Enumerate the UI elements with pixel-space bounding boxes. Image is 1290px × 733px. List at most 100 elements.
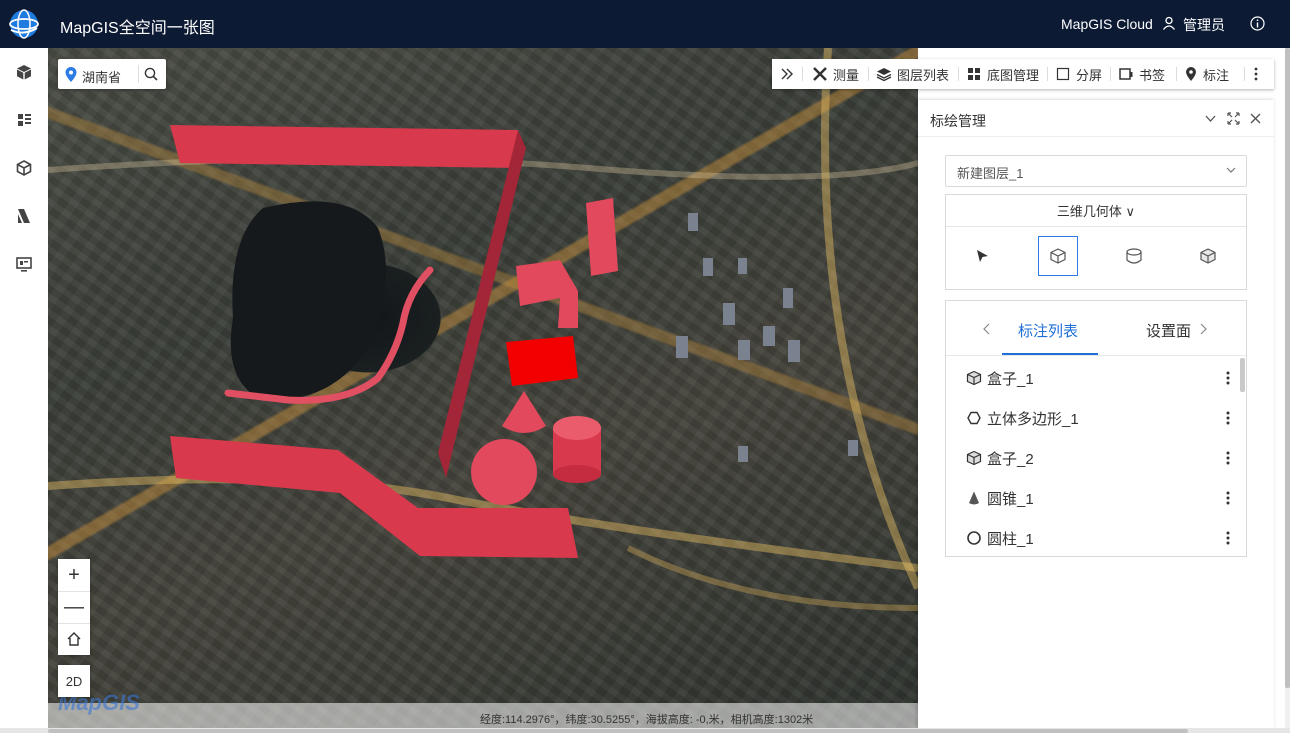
list-scrollbar[interactable] bbox=[1240, 358, 1245, 392]
tab-divider bbox=[946, 355, 1246, 356]
zoom-out-button[interactable]: — bbox=[58, 591, 90, 623]
search-divider bbox=[138, 65, 139, 83]
layer-list-button[interactable]: 图层列表 bbox=[876, 59, 949, 89]
toolbar-divider bbox=[802, 67, 803, 81]
panel-divider bbox=[918, 136, 1274, 137]
tab-next-icon[interactable] bbox=[1198, 323, 1208, 335]
grid-icon bbox=[968, 68, 980, 80]
cylinder-icon bbox=[1126, 248, 1142, 264]
measure-label: 测量 bbox=[833, 67, 860, 83]
geometry-type-dropdown[interactable]: 三维几何体 ∨ bbox=[946, 195, 1246, 227]
more-tools-button[interactable] bbox=[1254, 59, 1263, 89]
close-icon[interactable] bbox=[1249, 112, 1262, 125]
tab-settings[interactable]: 设置面 bbox=[1146, 320, 1191, 341]
page-vertical-scrollbar[interactable] bbox=[1285, 48, 1290, 688]
box3d-icon[interactable] bbox=[12, 156, 36, 180]
collapse-chevron-icon[interactable] bbox=[1204, 112, 1217, 125]
globe-logo-icon bbox=[9, 9, 39, 39]
user-name[interactable]: 管理员 bbox=[1183, 15, 1225, 35]
split-screen-button[interactable]: 分屏 bbox=[1055, 59, 1102, 89]
annotation-list-box: 标注列表 设置面 盒子_1 立体多边形_1 盒子_2 圆锥_1 圆柱_1 bbox=[945, 300, 1247, 557]
more-vertical-icon[interactable] bbox=[1226, 371, 1230, 385]
user-icon[interactable] bbox=[1162, 16, 1176, 30]
location-search[interactable]: 湖南省 bbox=[58, 59, 166, 89]
list-item-label: 盒子_2 bbox=[987, 451, 1034, 468]
location-pin-icon bbox=[65, 67, 77, 82]
list-item-label: 圆柱_1 bbox=[987, 531, 1034, 548]
layer-select[interactable]: 新建图层_1 bbox=[945, 155, 1247, 187]
more-vertical-icon[interactable] bbox=[1226, 411, 1230, 425]
more-vertical-icon bbox=[1254, 67, 1258, 81]
search-icon[interactable] bbox=[144, 67, 158, 81]
list-item[interactable]: 盒子_1 bbox=[946, 358, 1238, 398]
tab-annotation-list[interactable]: 标注列表 bbox=[1018, 320, 1078, 341]
cursor-icon bbox=[977, 250, 988, 262]
annotate-button[interactable]: 标注 bbox=[1184, 59, 1229, 89]
list-item-label: 圆锥_1 bbox=[987, 491, 1034, 508]
select-tool-button[interactable] bbox=[962, 236, 1002, 276]
polyhedron-icon bbox=[1200, 248, 1216, 264]
list-item-label: 立体多边形_1 bbox=[987, 411, 1079, 428]
tab-prev-icon[interactable] bbox=[982, 323, 992, 335]
toolbar-divider bbox=[958, 67, 959, 81]
toggle-2d-button[interactable]: 2D bbox=[58, 665, 90, 697]
more-vertical-icon[interactable] bbox=[1226, 531, 1230, 545]
polyhedron-tool-button[interactable] bbox=[1188, 236, 1228, 276]
box-icon bbox=[1050, 248, 1066, 264]
home-button[interactable] bbox=[58, 623, 90, 655]
ruler-icon bbox=[813, 67, 827, 81]
info-icon[interactable] bbox=[1250, 16, 1265, 31]
double-chevron-icon bbox=[781, 68, 793, 80]
pin-icon bbox=[1186, 67, 1196, 81]
page-horizontal-scrollbar[interactable] bbox=[48, 729, 1188, 733]
panel-title: 标绘管理 bbox=[930, 113, 986, 129]
map-3d-view[interactable] bbox=[48, 48, 918, 728]
cloud-link[interactable]: MapGIS Cloud bbox=[1061, 16, 1153, 32]
box-icon bbox=[966, 370, 982, 386]
list-item-label: 盒子_1 bbox=[987, 371, 1034, 388]
measure-button[interactable]: 测量 bbox=[812, 59, 859, 89]
toolbar-divider bbox=[1110, 67, 1111, 81]
list-item[interactable]: 立体多边形_1 bbox=[946, 398, 1238, 438]
list-item[interactable]: 圆锥_1 bbox=[946, 478, 1238, 518]
annotate-label: 标注 bbox=[1203, 67, 1230, 83]
list-item[interactable]: 盒子_2 bbox=[946, 438, 1238, 478]
bookmark-label: 书签 bbox=[1139, 67, 1166, 83]
toolbar-divider bbox=[1176, 67, 1177, 81]
toolbar-divider bbox=[1047, 67, 1048, 81]
layers-panel-icon[interactable] bbox=[12, 108, 36, 132]
split-icon bbox=[1056, 67, 1070, 81]
split-screen-label: 分屏 bbox=[1076, 67, 1103, 83]
bookmark-button[interactable]: 书签 bbox=[1118, 59, 1165, 89]
box-icon bbox=[966, 450, 982, 466]
left-navigation bbox=[0, 48, 49, 733]
fullscreen-icon[interactable] bbox=[1227, 112, 1240, 125]
list-item[interactable]: 圆柱_1 bbox=[946, 518, 1238, 558]
more-vertical-icon[interactable] bbox=[1226, 451, 1230, 465]
cone-icon bbox=[969, 491, 979, 505]
layer-list-label: 图层列表 bbox=[897, 67, 950, 83]
more-vertical-icon[interactable] bbox=[1226, 491, 1230, 505]
basemap-label: 底图管理 bbox=[987, 67, 1040, 83]
chevron-down-icon bbox=[1226, 167, 1236, 173]
geometry-tools: 三维几何体 ∨ bbox=[945, 194, 1247, 290]
toolbar-divider bbox=[868, 67, 869, 81]
map-toolbar: 测量 图层列表 底图管理 分屏 书签 标注 bbox=[772, 59, 1274, 89]
plotting-panel: 标绘管理 新建图层_1 三维几何体 ∨ 标注列表 设置面 盒子_1 立体多边形_… bbox=[918, 100, 1274, 728]
box-tool-button[interactable] bbox=[1038, 236, 1078, 276]
zoom-in-button[interactable]: + bbox=[58, 559, 90, 591]
cylinder-tool-button[interactable] bbox=[1114, 236, 1154, 276]
screen-icon[interactable] bbox=[12, 252, 36, 276]
analysis-icon[interactable] bbox=[12, 204, 36, 228]
basemap-button[interactable]: 底图管理 bbox=[966, 59, 1039, 89]
collapse-toolbar-button[interactable] bbox=[780, 59, 799, 89]
bookmark-icon bbox=[1119, 68, 1133, 80]
search-location-label[interactable]: 湖南省 bbox=[82, 67, 121, 86]
map-scene bbox=[48, 48, 918, 611]
cube-icon[interactable] bbox=[12, 60, 36, 84]
polygon-icon bbox=[967, 411, 981, 425]
coordinate-readout: 经度:114.2976°，纬度:30.5255°，海拔高度: -0,米，相机高度… bbox=[480, 714, 814, 726]
toolbar-divider bbox=[1244, 67, 1245, 81]
layer-select-value: 新建图层_1 bbox=[957, 166, 1024, 181]
app-title: MapGIS全空间一张图 bbox=[60, 20, 215, 37]
